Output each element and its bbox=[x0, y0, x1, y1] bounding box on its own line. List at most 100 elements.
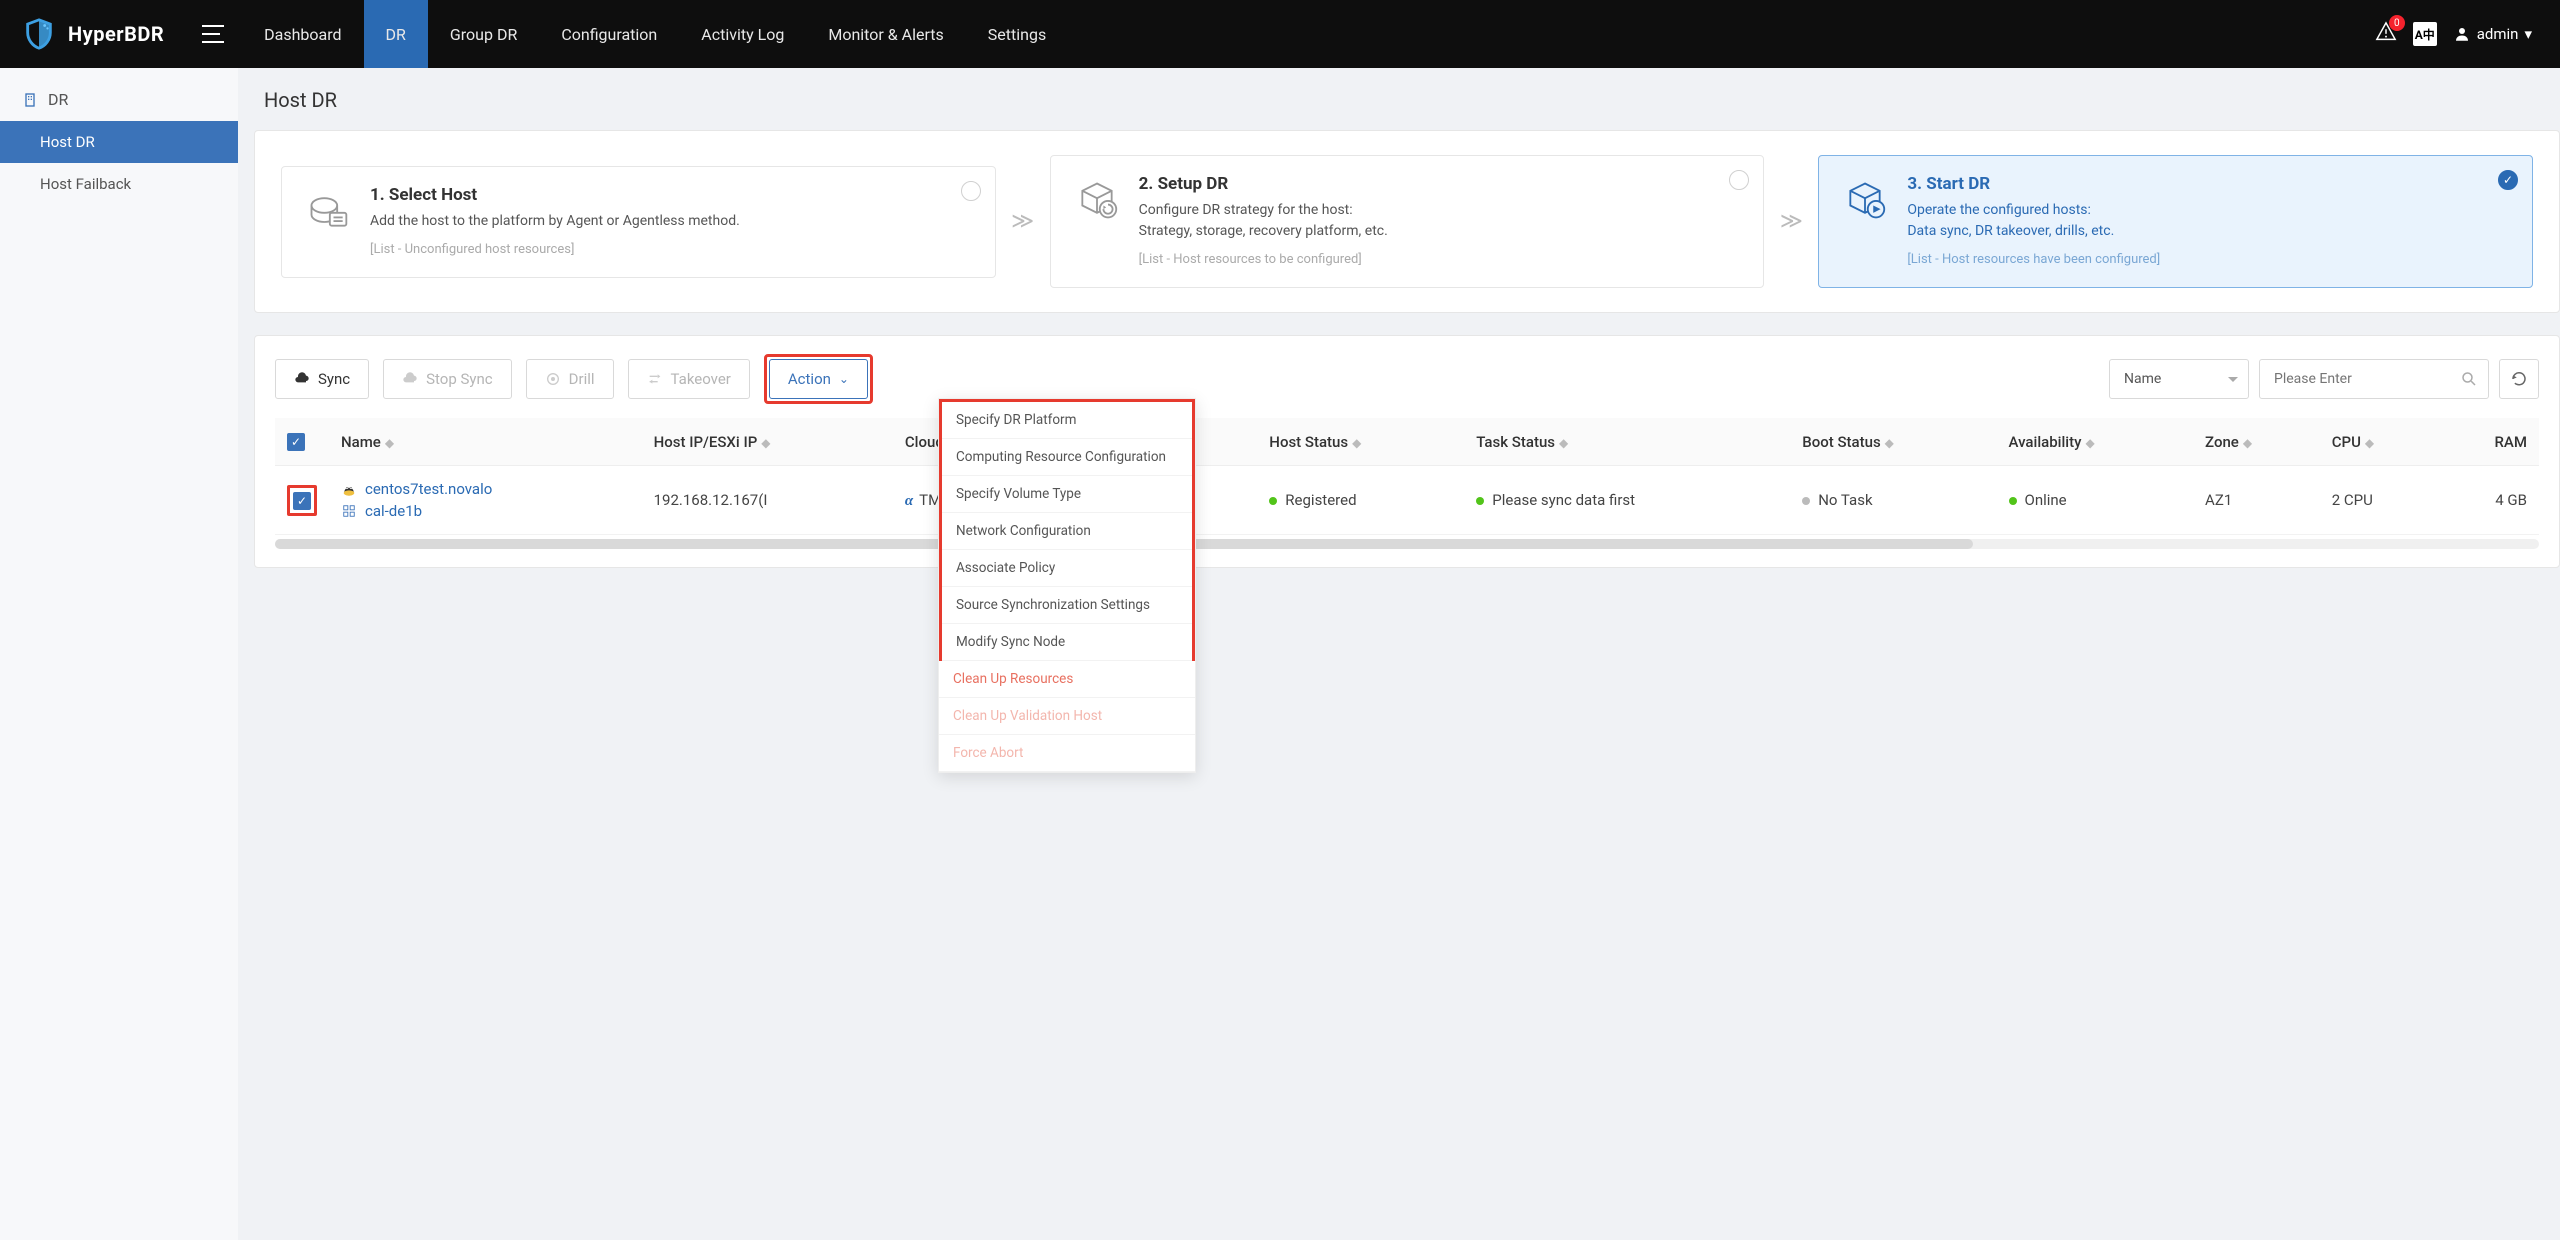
cell-boot-status: No Task bbox=[1790, 466, 1996, 535]
swap-icon bbox=[647, 371, 663, 387]
horizontal-scrollbar[interactable] bbox=[275, 539, 2539, 549]
brand[interactable]: HyperBDR bbox=[0, 17, 186, 51]
step-setup-dr[interactable]: 2. Setup DR Configure DR strategy for th… bbox=[1050, 155, 1765, 288]
action-button[interactable]: Action ⌄ bbox=[769, 359, 868, 399]
col-ram[interactable]: RAM bbox=[2438, 418, 2539, 466]
cell-task-status: Please sync data first bbox=[1464, 466, 1790, 535]
col-boot-status[interactable]: Boot Status◆ bbox=[1790, 418, 1996, 466]
nav-dashboard[interactable]: Dashboard bbox=[242, 0, 363, 68]
host-table: Name◆ Host IP/ESXi IP◆ Cloud Type◆ OS Ty… bbox=[275, 418, 2539, 549]
step-meta: [List - Host resources to be configured] bbox=[1139, 252, 1388, 267]
page-title: Host DR bbox=[264, 88, 2560, 112]
nav-configuration[interactable]: Configuration bbox=[539, 0, 679, 68]
grid-icon bbox=[341, 503, 357, 519]
nav-monitor-alerts[interactable]: Monitor & Alerts bbox=[806, 0, 965, 68]
step-meta: [List - Host resources have been configu… bbox=[1907, 252, 2160, 267]
action-dropdown: Specify DR Platform Computing Resource C… bbox=[938, 398, 1196, 773]
toolbar-card: Sync Stop Sync Drill Takeover Action bbox=[254, 335, 2560, 568]
user-icon bbox=[2453, 25, 2471, 43]
nav-group-dr[interactable]: Group DR bbox=[428, 0, 539, 68]
sort-icon: ◆ bbox=[2365, 436, 2374, 450]
brand-text: HyperBDR bbox=[68, 22, 164, 46]
stop-sync-button[interactable]: Stop Sync bbox=[383, 359, 512, 399]
menu-toggle-icon[interactable] bbox=[202, 25, 224, 43]
status-dot-icon bbox=[1269, 497, 1277, 505]
step-check-icon bbox=[961, 181, 981, 201]
step-start-dr[interactable]: 3. Start DR Operate the configured hosts… bbox=[1818, 155, 2533, 288]
linux-icon bbox=[341, 481, 357, 497]
nav-settings[interactable]: Settings bbox=[966, 0, 1068, 68]
status-dot-icon bbox=[2009, 497, 2017, 505]
col-host-ip[interactable]: Host IP/ESXi IP◆ bbox=[642, 418, 893, 466]
sort-icon: ◆ bbox=[2243, 436, 2252, 450]
sync-button[interactable]: Sync bbox=[275, 359, 369, 399]
user-menu[interactable]: admin ▾ bbox=[2453, 25, 2532, 43]
col-host-status[interactable]: Host Status◆ bbox=[1257, 418, 1464, 466]
step-select-host[interactable]: 1. Select Host Add the host to the platf… bbox=[281, 166, 996, 278]
filter-field-select[interactable]: Name bbox=[2109, 359, 2249, 399]
cell-host-ip: 192.168.12.167(I bbox=[642, 466, 893, 535]
host-icon bbox=[306, 189, 350, 233]
col-cpu[interactable]: CPU◆ bbox=[2320, 418, 2438, 466]
chevron-down-icon: ▾ bbox=[2524, 25, 2532, 43]
step-title: 2. Setup DR bbox=[1139, 174, 1388, 194]
dd-network-configuration[interactable]: Network Configuration bbox=[942, 513, 1192, 550]
takeover-button[interactable]: Takeover bbox=[628, 359, 750, 399]
sort-icon: ◆ bbox=[2085, 436, 2094, 450]
sort-icon: ◆ bbox=[1885, 436, 1894, 450]
step-check-icon bbox=[1729, 170, 1749, 190]
alpha-icon: α bbox=[905, 493, 913, 509]
col-availability[interactable]: Availability◆ bbox=[1997, 418, 2194, 466]
dd-clean-up-resources[interactable]: Clean Up Resources bbox=[939, 661, 1195, 698]
dd-associate-policy[interactable]: Associate Policy bbox=[942, 550, 1192, 587]
nav-items: Dashboard DR Group DR Configuration Acti… bbox=[242, 0, 1068, 68]
drill-button[interactable]: Drill bbox=[526, 359, 614, 399]
select-all-checkbox[interactable] bbox=[287, 433, 305, 451]
cell-cpu: 2 CPU bbox=[2320, 466, 2438, 535]
shield-icon bbox=[22, 17, 56, 51]
search-input-wrap bbox=[2259, 359, 2489, 399]
host-sub-link[interactable]: cal-de1b bbox=[365, 502, 422, 520]
top-nav: HyperBDR Dashboard DR Group DR Configura… bbox=[0, 0, 2560, 68]
alerts-button[interactable]: 0 bbox=[2375, 21, 2397, 47]
step-arrow-icon: ≫ bbox=[996, 209, 1050, 234]
sidebar-item-host-failback[interactable]: Host Failback bbox=[0, 163, 238, 205]
step-desc: Configure DR strategy for the host: Stra… bbox=[1139, 200, 1388, 242]
nav-dr[interactable]: DR bbox=[364, 0, 428, 68]
dd-source-sync-settings[interactable]: Source Synchronization Settings bbox=[942, 587, 1192, 624]
dd-computing-resource-config[interactable]: Computing Resource Configuration bbox=[942, 439, 1192, 476]
refresh-button[interactable] bbox=[2499, 359, 2539, 399]
dd-specify-volume-type[interactable]: Specify Volume Type bbox=[942, 476, 1192, 513]
alert-count-badge: 0 bbox=[2389, 15, 2405, 31]
host-name-link[interactable]: centos7test.novalo bbox=[365, 480, 492, 498]
sort-icon: ◆ bbox=[385, 436, 394, 450]
dd-specify-dr-platform[interactable]: Specify DR Platform bbox=[942, 402, 1192, 439]
sort-icon: ◆ bbox=[1352, 436, 1361, 450]
cell-availability: Online bbox=[1997, 466, 2194, 535]
nav-activity-log[interactable]: Activity Log bbox=[679, 0, 806, 68]
search-icon[interactable] bbox=[2460, 370, 2478, 388]
dd-clean-up-validation-host[interactable]: Clean Up Validation Host bbox=[939, 698, 1195, 735]
sidebar-item-host-dr[interactable]: Host DR bbox=[0, 121, 238, 163]
setup-icon bbox=[1075, 178, 1119, 222]
col-zone[interactable]: Zone◆ bbox=[2193, 418, 2320, 466]
steps-card: 1. Select Host Add the host to the platf… bbox=[254, 130, 2560, 313]
table-row[interactable]: centos7test.novalo cal-de1b 192.168.12.1… bbox=[275, 466, 2539, 535]
sidebar: DR Host DR Host Failback bbox=[0, 68, 238, 1240]
status-dot-icon bbox=[1802, 497, 1810, 505]
dd-modify-sync-node[interactable]: Modify Sync Node bbox=[942, 624, 1192, 661]
status-dot-icon bbox=[1476, 497, 1484, 505]
step-desc: Operate the configured hosts: Data sync,… bbox=[1907, 200, 2160, 242]
cloud-icon bbox=[294, 371, 310, 387]
step-title: 3. Start DR bbox=[1907, 174, 2160, 194]
row-checkbox[interactable] bbox=[293, 492, 311, 510]
language-switch[interactable]: A中 bbox=[2413, 22, 2437, 46]
refresh-icon bbox=[2510, 370, 2528, 388]
cell-zone: AZ1 bbox=[2193, 466, 2320, 535]
col-name[interactable]: Name◆ bbox=[329, 418, 642, 466]
dd-force-abort[interactable]: Force Abort bbox=[939, 735, 1195, 772]
action-highlight: Action ⌄ bbox=[764, 354, 873, 404]
col-task-status[interactable]: Task Status◆ bbox=[1464, 418, 1790, 466]
search-input[interactable] bbox=[2274, 371, 2452, 387]
step-check-icon bbox=[2498, 170, 2518, 190]
